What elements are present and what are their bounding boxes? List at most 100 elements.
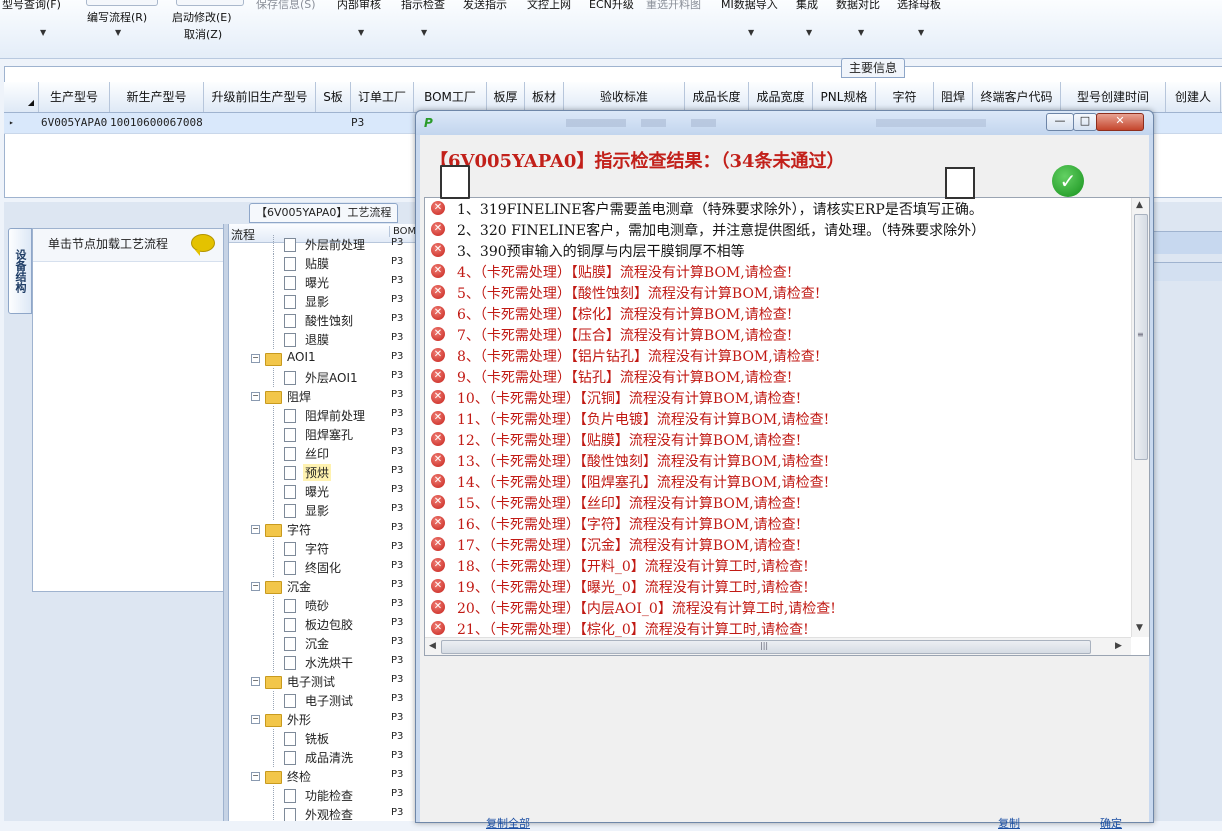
chevron-down-icon[interactable]: ▼ xyxy=(918,28,924,37)
start-modify-button[interactable]: 启动修改(E) xyxy=(172,9,232,25)
internal-review-button[interactable]: 内部审核 xyxy=(337,0,381,12)
tree-node[interactable]: 阻焊塞孔 P3 xyxy=(229,425,415,444)
list-item[interactable]: ✕ 7、（卡死需处理）【压合】流程没有计算BOM,请检查! xyxy=(425,324,1131,345)
tree-node[interactable]: 沉金 P3 xyxy=(229,634,415,653)
list-item[interactable]: ✕ 19、（卡死需处理）【曝光_0】流程没有计算工时,请检查! xyxy=(425,576,1131,597)
tree-node[interactable]: 酸性蚀刻 P3 xyxy=(229,311,415,330)
column-header[interactable]: 终端客户代码 xyxy=(973,82,1061,112)
column-header[interactable]: 成品宽度 xyxy=(749,82,813,112)
list-item[interactable]: ✕ 20、（卡死需处理）【内层AOI_0】流程没有计算工时,请检查! xyxy=(425,597,1131,618)
chevron-down-icon[interactable]: ▼ xyxy=(748,28,754,37)
column-header[interactable]: 板材 xyxy=(525,82,564,112)
collapse-icon[interactable]: − xyxy=(251,392,260,401)
column-header[interactable]: 订单工厂 xyxy=(351,82,414,112)
collapse-icon[interactable]: − xyxy=(251,582,260,591)
send-instruction-button[interactable]: 发送指示 xyxy=(463,0,507,12)
chevron-down-icon[interactable]: ▼ xyxy=(358,28,364,37)
tree-node[interactable]: 成品清洗 P3 xyxy=(229,748,415,767)
chevron-down-icon[interactable]: ▼ xyxy=(421,28,427,37)
tree-node[interactable]: 曝光 P3 xyxy=(229,482,415,501)
tree-node[interactable]: 显影 P3 xyxy=(229,292,415,311)
list-item[interactable]: ✕ 9、（卡死需处理）【钻孔】流程没有计算BOM,请检查! xyxy=(425,366,1131,387)
tree-node[interactable]: − 字符 P3 xyxy=(229,520,415,539)
tree-node[interactable]: − 阻焊 P3 xyxy=(229,387,415,406)
minimize-button[interactable]: — xyxy=(1046,113,1074,131)
scroll-thumb[interactable]: ||| xyxy=(441,640,1091,654)
chevron-down-icon[interactable]: ▼ xyxy=(40,28,46,37)
list-item[interactable]: ✕ 17、（卡死需处理）【沉金】流程没有计算BOM,请检查! xyxy=(425,534,1131,555)
scroll-down-icon[interactable]: ▼ xyxy=(1136,623,1143,633)
list-item[interactable]: ✕ 3、390预审输入的铜厚与内层干膜铜厚不相等 xyxy=(425,240,1131,261)
column-header[interactable]: 生产型号 xyxy=(39,82,110,112)
column-header[interactable]: PNL规格 xyxy=(813,82,876,112)
tree-node[interactable]: − 终检 P3 xyxy=(229,767,415,786)
document-icon[interactable] xyxy=(440,165,470,199)
scroll-thumb[interactable]: ≡ xyxy=(1134,214,1148,460)
tree-node[interactable]: − 沉金 P3 xyxy=(229,577,415,596)
tree-node[interactable]: 字符 P3 xyxy=(229,539,415,558)
vertical-scrollbar[interactable]: ▲ ≡ ▼ xyxy=(1131,198,1149,637)
cell-new-model[interactable]: 10010600067008 xyxy=(110,113,203,133)
list-item[interactable]: ✕ 8、（卡死需处理）【铝片钻孔】流程没有计算BOM,请检查! xyxy=(425,345,1131,366)
instruction-check-button[interactable]: 指示检查 xyxy=(401,0,445,12)
copy-link[interactable]: 复制 xyxy=(998,815,1020,831)
tree-node[interactable]: 功能检查 P3 xyxy=(229,786,415,805)
collapse-icon[interactable]: − xyxy=(251,525,260,534)
list-item[interactable]: ✕ 15、（卡死需处理）【丝印】流程没有计算BOM,请检查! xyxy=(425,492,1131,513)
select-mother-board-button[interactable]: 选择母板 xyxy=(897,0,941,12)
collapse-icon[interactable]: − xyxy=(251,772,260,781)
tree-node[interactable]: 预烘 P3 xyxy=(229,463,415,482)
close-button[interactable]: ✕ xyxy=(1096,113,1144,131)
list-item[interactable]: ✕ 6、（卡死需处理）【棕化】流程没有计算BOM,请检查! xyxy=(425,303,1131,324)
column-header[interactable]: BOM工厂 xyxy=(414,82,487,112)
chevron-down-icon[interactable]: ▼ xyxy=(858,28,864,37)
ecn-upgrade-button[interactable]: ECN升级 xyxy=(589,0,634,12)
tree-node[interactable]: 板边包胶 P3 xyxy=(229,615,415,634)
collapse-icon[interactable]: − xyxy=(251,677,260,686)
column-header[interactable]: 字符 xyxy=(876,82,934,112)
column-header[interactable]: 型号创建时间 xyxy=(1061,82,1166,112)
column-header[interactable]: S板 xyxy=(316,82,351,112)
list-item[interactable]: ✕ 5、（卡死需处理）【酸性蚀刻】流程没有计算BOM,请检查! xyxy=(425,282,1131,303)
tree-node[interactable]: 退膜 P3 xyxy=(229,330,415,349)
list-item[interactable]: ✕ 11、（卡死需处理）【负片电镀】流程没有计算BOM,请检查! xyxy=(425,408,1131,429)
cell-order-factory[interactable]: P3 xyxy=(351,113,364,133)
column-header[interactable]: 升级前旧生产型号 xyxy=(204,82,316,112)
list-item[interactable]: ✕ 4、（卡死需处理）【贴膜】流程没有计算BOM,请检查! xyxy=(425,261,1131,282)
copy-all-link[interactable]: 复制全部 xyxy=(486,815,530,831)
document-online-button[interactable]: 文控上网 xyxy=(527,0,571,12)
chevron-down-icon[interactable]: ▼ xyxy=(806,28,812,37)
tree-node[interactable]: 贴膜 P3 xyxy=(229,254,415,273)
list-item[interactable]: ✕ 16、（卡死需处理）【字符】流程没有计算BOM,请检查! xyxy=(425,513,1131,534)
tree-node[interactable]: 电子测试 P3 xyxy=(229,691,415,710)
collapse-icon[interactable]: − xyxy=(251,354,260,363)
tree-node[interactable]: 显影 P3 xyxy=(229,501,415,520)
cell-model[interactable]: 6V005YAPA0 xyxy=(41,113,107,133)
column-header[interactable]: 成品长度 xyxy=(685,82,749,112)
tree-node[interactable]: 外层AOI1 P3 xyxy=(229,368,415,387)
cancel-button[interactable]: 取消(Z) xyxy=(184,26,222,42)
tree-node[interactable]: 水洗烘干 P3 xyxy=(229,653,415,672)
list-item[interactable]: ✕ 13、（卡死需处理）【酸性蚀刻】流程没有计算BOM,请检查! xyxy=(425,450,1131,471)
tree-node[interactable]: 外层前处理 P3 xyxy=(229,235,415,254)
tree-node[interactable]: 终固化 P3 xyxy=(229,558,415,577)
scroll-right-icon[interactable]: ▶ xyxy=(1115,641,1122,651)
maximize-button[interactable]: □ xyxy=(1073,113,1097,131)
collapse-icon[interactable]: − xyxy=(251,715,260,724)
data-compare-button[interactable]: 数据对比 xyxy=(836,0,880,12)
horizontal-scrollbar[interactable]: ◀ ||| ▶ xyxy=(425,637,1131,655)
list-item[interactable]: ✕ 1、319FINELINE客户需要盖电测章（特殊要求除外），请核实ERP是否填… xyxy=(425,198,1131,219)
tree-node[interactable]: − 外形 P3 xyxy=(229,710,415,729)
column-header[interactable]: 新生产型号 xyxy=(110,82,204,112)
list-item[interactable]: ✕ 2、320 FINELINE客户，需加电测章，并注意提供图纸，请处理。（特殊要… xyxy=(425,219,1131,240)
column-header[interactable]: 板厚 xyxy=(487,82,525,112)
scroll-left-icon[interactable]: ◀ xyxy=(429,641,436,651)
model-query-button[interactable]: 型号查询(F) xyxy=(2,0,61,12)
list-item[interactable]: ✕ 18、（卡死需处理）【开料_0】流程没有计算工时,请检查! xyxy=(425,555,1131,576)
tree-node[interactable]: 曝光 P3 xyxy=(229,273,415,292)
list-item[interactable]: ✕ 21、（卡死需处理）【棕化_0】流程没有计算工时,请检查! xyxy=(425,618,1131,639)
integrate-button[interactable]: 集成 xyxy=(796,0,818,12)
column-header[interactable]: 阻焊 xyxy=(934,82,973,112)
save-info-button[interactable]: 保存信息(S) xyxy=(256,0,316,12)
tree-node[interactable]: − AOI1 P3 xyxy=(229,349,415,368)
